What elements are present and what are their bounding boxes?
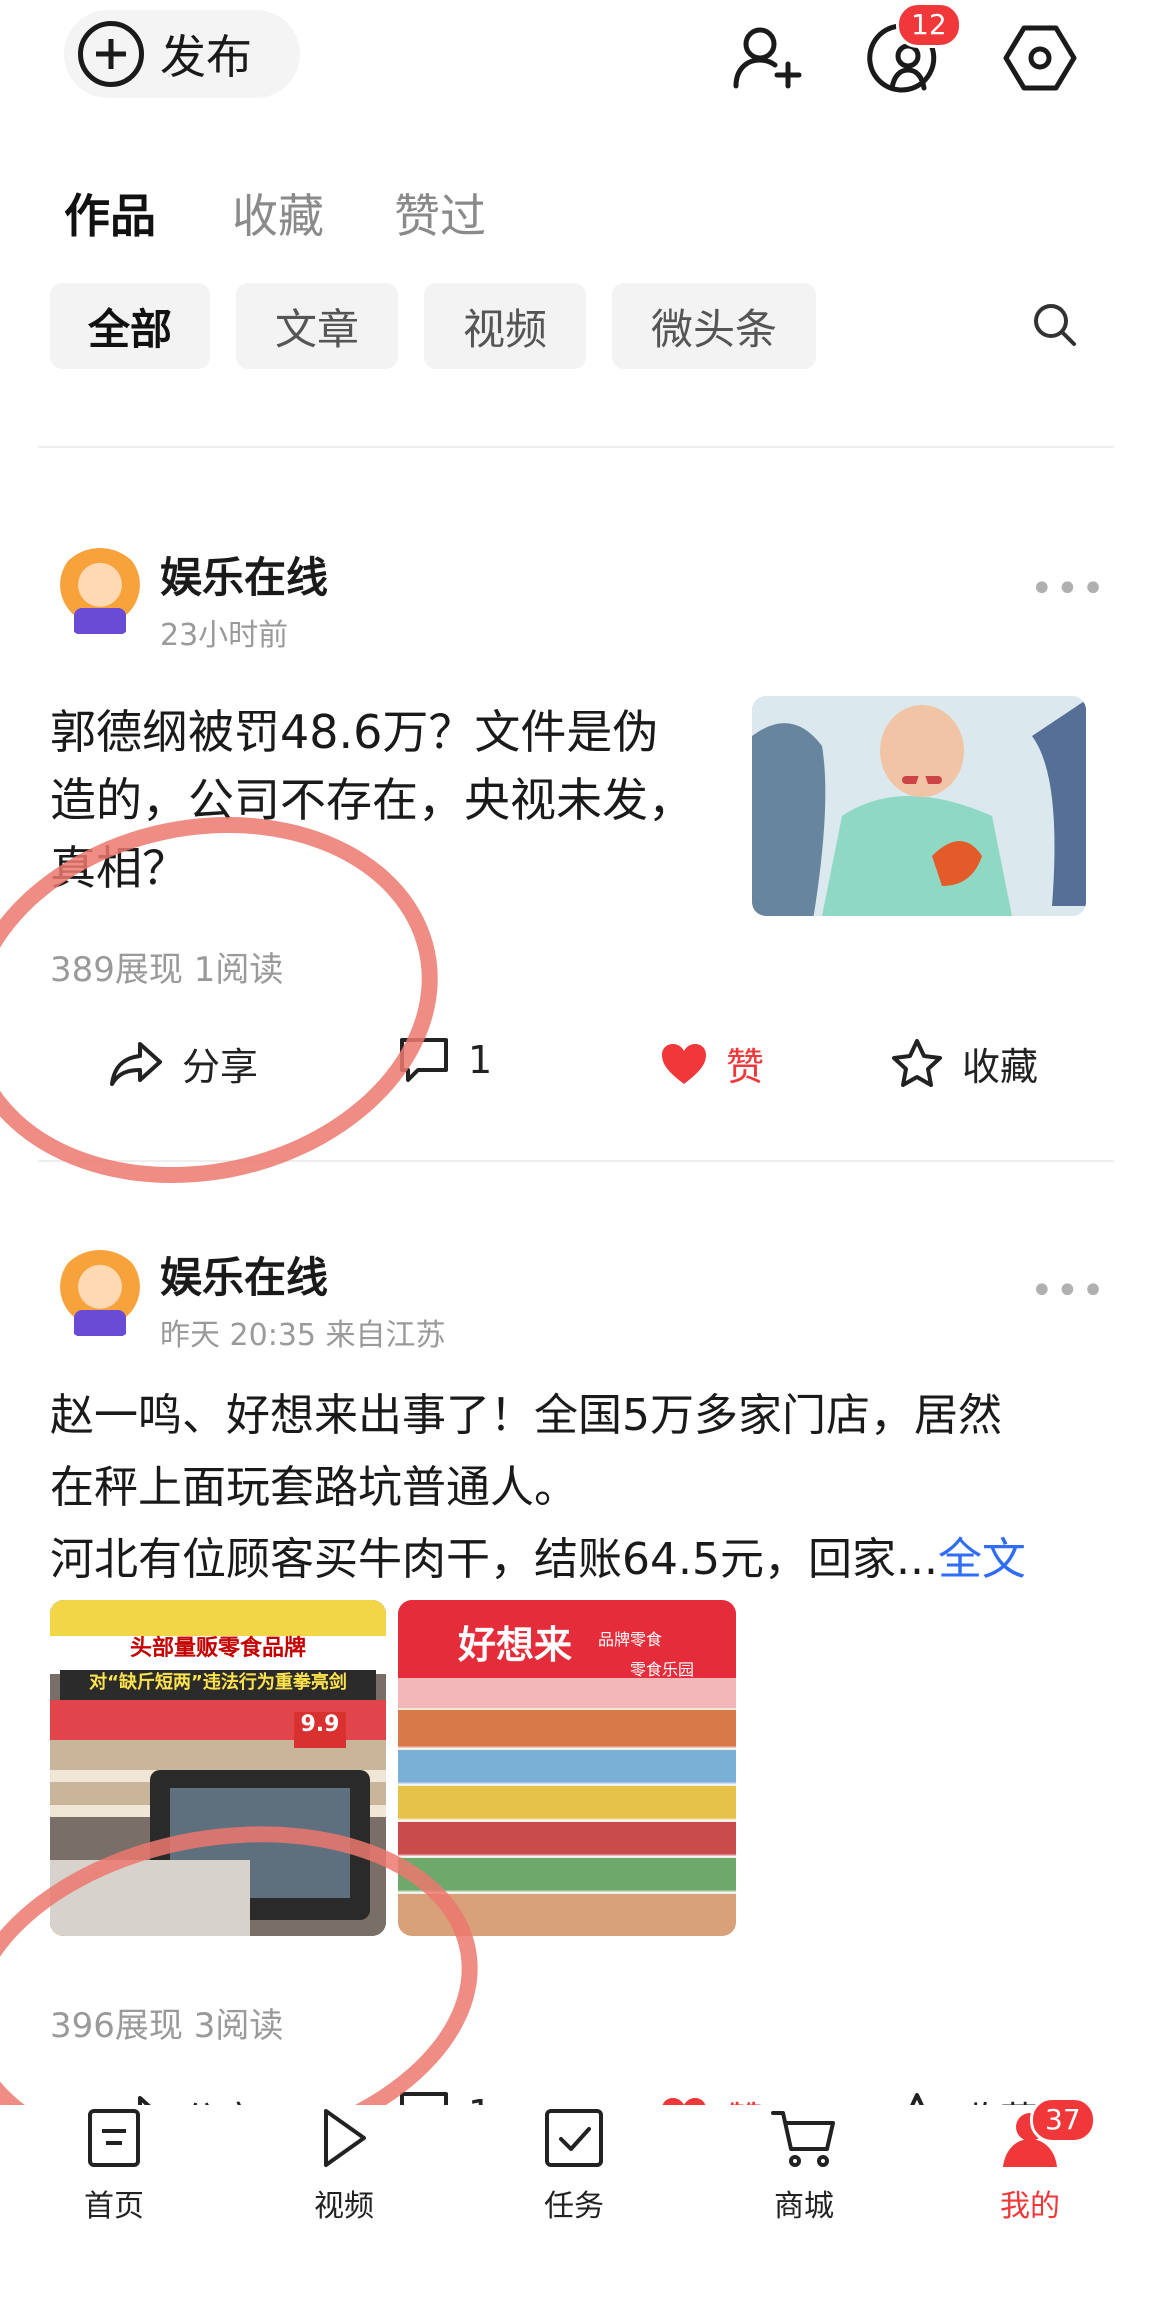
- settings-icon[interactable]: [1000, 18, 1080, 98]
- nav-video-label: 视频: [314, 2189, 374, 2224]
- post-title-line: 造的，公司不存在，央视未发，: [50, 773, 694, 827]
- publish-label: 发布: [160, 30, 252, 84]
- filter-micro-post[interactable]: 微头条: [612, 283, 816, 369]
- post-stats: 389展现 1阅读: [50, 950, 284, 990]
- filter-micro-post-label: 微头条: [650, 304, 777, 354]
- nav-tasks-label: 任务: [544, 2189, 604, 2224]
- nav-home[interactable]: 首页: [44, 2105, 184, 2225]
- tab-favorites[interactable]: 收藏: [232, 180, 324, 246]
- filter-all-label: 全部: [87, 304, 172, 354]
- section-divider: [38, 446, 1114, 448]
- comment-icon: [400, 1038, 448, 1082]
- filter-video[interactable]: 视频: [424, 283, 586, 369]
- post-title-line: 真相？: [50, 841, 188, 895]
- post-author[interactable]: 娱乐在线: [160, 1244, 328, 1305]
- share-icon: [110, 1041, 162, 1086]
- nav-profile-label: 我的: [1000, 2189, 1060, 2224]
- store-sign: 好想来: [458, 1623, 573, 1667]
- task-icon: [545, 2109, 603, 2167]
- nav-mall[interactable]: 商城: [734, 2105, 874, 2225]
- favorite-label: 收藏: [962, 1045, 1039, 1089]
- filter-article[interactable]: 文章: [236, 283, 398, 369]
- comment-button[interactable]: 1: [398, 1036, 492, 1084]
- post-divider: [38, 1160, 1114, 1162]
- post-body[interactable]: 赵一鸣、好想来出事了！全国5万多家门店，居然 在秤上面玩套路坑普通人。 河北有位…: [50, 1380, 1110, 1596]
- publish-button[interactable]: 发布: [64, 10, 300, 98]
- post-body-line: 赵一鸣、好想来出事了！全国5万多家门店，居然: [50, 1390, 1002, 1441]
- share-button[interactable]: 分享: [108, 1036, 258, 1091]
- home-icon: [88, 2109, 140, 2167]
- more-icon[interactable]: •••: [1030, 566, 1107, 612]
- share-label: 分享: [182, 1045, 259, 1089]
- bottom-nav: 首页 视频 任务 商城 我的 37: [0, 2097, 1152, 2301]
- favorite-button[interactable]: 收藏: [890, 1036, 1038, 1091]
- post-time: 23小时前: [160, 618, 289, 653]
- avatar[interactable]: [54, 1250, 146, 1342]
- filter-all[interactable]: 全部: [50, 283, 210, 369]
- filter-video-label: 视频: [462, 304, 547, 354]
- full-text-link[interactable]: 全文: [938, 1534, 1026, 1585]
- image-caption: 对“缺斤短两”违法行为重拳亮剑: [89, 1672, 347, 1693]
- play-icon: [324, 2109, 366, 2167]
- nav-tasks[interactable]: 任务: [504, 2105, 644, 2225]
- post-title-line: 郭德纲被罚48.6万？文件是伪: [50, 705, 659, 759]
- messages-badge: 12: [896, 2, 962, 48]
- add-friend-icon[interactable]: [726, 18, 806, 98]
- post-image-1[interactable]: 头部量贩零食品牌 对“缺斤短两”违法行为重拳亮剑 9.9: [50, 1600, 386, 1936]
- post-thumbnail[interactable]: [752, 696, 1086, 916]
- plus-icon: [78, 21, 144, 87]
- nav-mall-label: 商城: [774, 2189, 834, 2224]
- post-body-line: 河北有位顾客买牛肉干，结账64.5元，回家...全文: [50, 1524, 1110, 1596]
- image-caption: 头部量贩零食品牌: [129, 1636, 306, 1661]
- post-time: 昨天 20:35 来自江苏: [160, 1318, 446, 1353]
- post-body-line: 在秤上面玩套路坑普通人。: [50, 1462, 578, 1513]
- tab-works[interactable]: 作品: [64, 180, 156, 246]
- tab-liked[interactable]: 赞过: [394, 180, 486, 246]
- search-icon[interactable]: [1030, 300, 1080, 350]
- store-sign-sub: 品牌零食: [598, 1630, 663, 1649]
- profile-badge: 37: [1030, 2097, 1096, 2143]
- avatar[interactable]: [54, 548, 146, 640]
- comment-count: 1: [468, 1038, 493, 1082]
- star-icon: [892, 1038, 942, 1087]
- price-tag: 9.9: [300, 1712, 340, 1737]
- post-image-2[interactable]: 好想来 品牌零食 零食乐园: [398, 1600, 736, 1936]
- nav-home-label: 首页: [84, 2189, 144, 2224]
- post-stats: 396展现 3阅读: [50, 2006, 284, 2046]
- heart-icon: [662, 1043, 706, 1084]
- post-title[interactable]: 郭德纲被罚48.6万？文件是伪 造的，公司不存在，央视未发， 真相？: [50, 698, 740, 902]
- more-icon[interactable]: •••: [1030, 1268, 1107, 1314]
- cart-icon: [771, 2111, 835, 2167]
- post-body-truncated: 河北有位顾客买牛肉干，结账64.5元，回家...: [50, 1534, 938, 1585]
- nav-video[interactable]: 视频: [274, 2105, 414, 2225]
- post-author[interactable]: 娱乐在线: [160, 544, 328, 605]
- like-label: 赞: [726, 1045, 765, 1089]
- filter-article-label: 文章: [274, 304, 359, 354]
- store-sign-sub: 零食乐园: [630, 1660, 695, 1679]
- like-button[interactable]: 赞: [660, 1036, 764, 1091]
